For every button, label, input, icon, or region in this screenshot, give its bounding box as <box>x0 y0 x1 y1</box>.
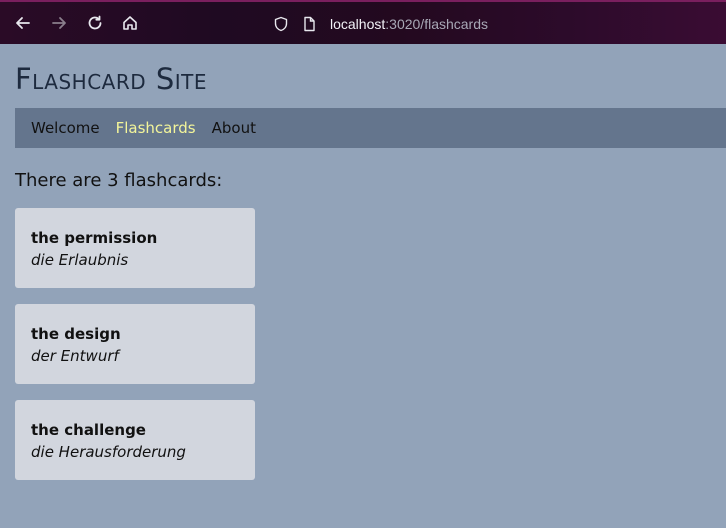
flashcard-back: die Herausforderung <box>31 443 186 461</box>
flashcard-back: der Entwurf <box>31 347 119 365</box>
address-bar[interactable]: localhost:3020/flashcards <box>272 10 712 38</box>
url-text[interactable]: localhost:3020/flashcards <box>330 16 488 32</box>
browser-toolbar: localhost:3020/flashcards <box>0 0 726 44</box>
back-arrow-icon[interactable] <box>12 12 34 34</box>
forward-arrow-icon[interactable] <box>48 12 70 34</box>
flashcard[interactable]: the permission die Erlaubnis <box>15 208 255 288</box>
flashcard-front: the permission <box>31 229 158 247</box>
flashcard[interactable]: the design der Entwurf <box>15 304 255 384</box>
flashcard-back: die Erlaubnis <box>31 251 129 269</box>
flashcard-count-heading: There are 3 flashcards: <box>15 170 223 191</box>
url-host: localhost <box>330 16 386 32</box>
site-title: Flashcard Site <box>15 62 208 96</box>
url-path: :3020/flashcards <box>385 16 488 32</box>
page-icon[interactable] <box>300 15 318 33</box>
nav-link-about[interactable]: About <box>212 119 256 137</box>
reload-icon[interactable] <box>84 12 106 34</box>
nav-link-welcome[interactable]: Welcome <box>31 119 100 137</box>
shield-icon[interactable] <box>272 15 290 33</box>
home-icon[interactable] <box>119 12 141 34</box>
nav-link-flashcards[interactable]: Flashcards <box>116 119 196 137</box>
flashcard-front: the challenge <box>31 421 146 439</box>
flashcard[interactable]: the challenge die Herausforderung <box>15 400 255 480</box>
nav-bar: Welcome Flashcards About <box>15 108 726 148</box>
flashcard-front: the design <box>31 325 121 343</box>
